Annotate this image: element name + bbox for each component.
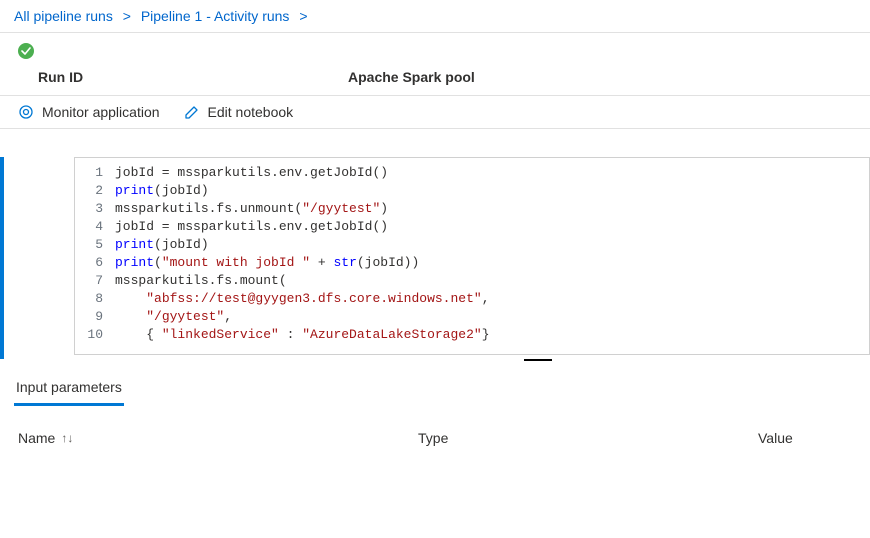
- line-content: print(jobId): [115, 236, 869, 254]
- code-line: 10 { "linkedService" : "AzureDataLakeSto…: [75, 326, 869, 344]
- line-content: mssparkutils.fs.unmount("/gyytest"): [115, 200, 869, 218]
- code-line: 8 "abfss://test@gyygen3.dfs.core.windows…: [75, 290, 869, 308]
- code-line: 1jobId = mssparkutils.env.getJobId(): [75, 164, 869, 182]
- params-table-header: Name ↑↓ Type Value: [0, 424, 870, 446]
- code-line: 9 "/gyytest",: [75, 308, 869, 326]
- edit-notebook-button[interactable]: Edit notebook: [184, 104, 294, 120]
- code-line: 3mssparkutils.fs.unmount("/gyytest"): [75, 200, 869, 218]
- run-info-row: Run ID Apache Spark pool: [0, 65, 870, 95]
- line-number: 7: [75, 272, 115, 290]
- line-content: print(jobId): [115, 182, 869, 200]
- line-number: 3: [75, 200, 115, 218]
- code-line: 6print("mount with jobId " + str(jobId)): [75, 254, 869, 272]
- line-number: 1: [75, 164, 115, 182]
- monitor-application-button[interactable]: Monitor application: [18, 104, 160, 120]
- spark-pool-label: Apache Spark pool: [348, 69, 475, 85]
- line-number: 2: [75, 182, 115, 200]
- line-number: 10: [75, 326, 115, 344]
- chevron-right-icon: >: [123, 8, 131, 24]
- notebook-cell: 1jobId = mssparkutils.env.getJobId()2pri…: [0, 157, 870, 359]
- code-line: 7mssparkutils.fs.mount(: [75, 272, 869, 290]
- code-editor[interactable]: 1jobId = mssparkutils.env.getJobId()2pri…: [74, 157, 870, 355]
- line-number: 9: [75, 308, 115, 326]
- edit-label: Edit notebook: [208, 104, 294, 120]
- line-number: 8: [75, 290, 115, 308]
- resize-handle[interactable]: [524, 359, 552, 363]
- monitor-label: Monitor application: [42, 104, 160, 120]
- column-name-label: Name: [18, 430, 55, 446]
- status-row: [0, 33, 870, 65]
- success-icon: [18, 43, 34, 59]
- code-line: 2print(jobId): [75, 182, 869, 200]
- edit-icon: [184, 104, 200, 120]
- run-id-label: Run ID: [38, 69, 348, 85]
- code-line: 5print(jobId): [75, 236, 869, 254]
- monitor-icon: [18, 104, 34, 120]
- line-content: jobId = mssparkutils.env.getJobId(): [115, 218, 869, 236]
- breadcrumb: All pipeline runs > Pipeline 1 - Activit…: [0, 0, 870, 33]
- breadcrumb-all-runs[interactable]: All pipeline runs: [14, 8, 113, 24]
- line-content: print("mount with jobId " + str(jobId)): [115, 254, 869, 272]
- line-content: "/gyytest",: [115, 308, 869, 326]
- line-number: 6: [75, 254, 115, 272]
- column-name[interactable]: Name ↑↓: [18, 430, 418, 446]
- line-content: mssparkutils.fs.mount(: [115, 272, 869, 290]
- breadcrumb-pipeline-1[interactable]: Pipeline 1 - Activity runs: [141, 8, 290, 24]
- line-content: "abfss://test@gyygen3.dfs.core.windows.n…: [115, 290, 869, 308]
- column-value[interactable]: Value: [758, 430, 856, 446]
- line-number: 5: [75, 236, 115, 254]
- column-type[interactable]: Type: [418, 430, 758, 446]
- tabs: Input parameters: [0, 371, 870, 406]
- code-line: 4jobId = mssparkutils.env.getJobId(): [75, 218, 869, 236]
- line-content: jobId = mssparkutils.env.getJobId(): [115, 164, 869, 182]
- toolbar: Monitor application Edit notebook: [0, 95, 870, 129]
- chevron-right-icon: >: [299, 8, 307, 24]
- sort-icon: ↑↓: [61, 431, 73, 445]
- line-content: { "linkedService" : "AzureDataLakeStorag…: [115, 326, 869, 344]
- tab-input-parameters[interactable]: Input parameters: [14, 371, 124, 406]
- line-number: 4: [75, 218, 115, 236]
